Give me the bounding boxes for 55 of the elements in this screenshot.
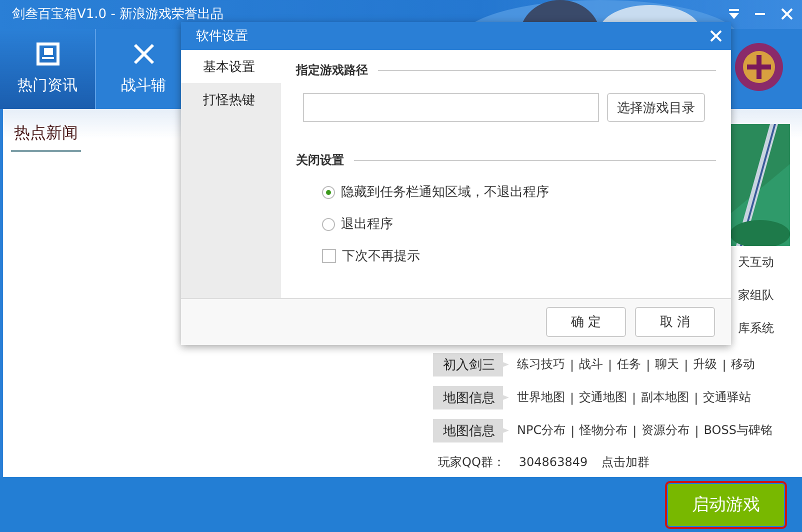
guide-link[interactable]: 交通地图 [579, 389, 628, 406]
checkbox-label: 下次不再提示 [342, 248, 420, 265]
dialog-title: 软件设置 [196, 28, 248, 45]
checkbox[interactable] [322, 249, 336, 263]
category-tag: 初入剑三 [433, 352, 509, 377]
menu-text[interactable]: 家组队 [738, 287, 774, 304]
separator: | [694, 424, 699, 438]
guide-link[interactable]: 战斗 [579, 356, 604, 374]
guide-link[interactable]: 副本地图 [641, 389, 690, 406]
separator: | [722, 358, 726, 372]
section-heading: 指定游戏路径 [296, 62, 368, 79]
game-path-field[interactable] [303, 93, 599, 122]
menu-text[interactable]: 天互动 [738, 254, 774, 272]
guide-link[interactable]: NPC分布 [517, 422, 566, 440]
category-tag: 地图信息 [433, 418, 509, 443]
guide-link[interactable]: 怪物分布 [580, 422, 628, 440]
menu-text[interactable]: 库系统 [738, 320, 774, 338]
guide-link[interactable]: 任务 [617, 356, 642, 374]
ok-button[interactable]: 确 定 [546, 307, 626, 337]
dropdown-icon[interactable] [728, 8, 740, 20]
guide-link[interactable]: 资源分布 [642, 422, 690, 440]
guide-link[interactable]: 移动 [731, 356, 756, 374]
separator: | [570, 390, 574, 405]
radio-label: 隐藏到任务栏通知区域，不退出程序 [341, 184, 549, 201]
separator: | [684, 358, 688, 372]
guide-link[interactable]: 交通驿站 [703, 389, 752, 406]
close-icon[interactable] [709, 29, 723, 43]
guide-link[interactable]: 练习技巧 [517, 356, 565, 374]
separator: | [632, 390, 636, 405]
join-group-link[interactable]: 点击加群 [602, 454, 650, 471]
qq-label: 玩家QQ群： [438, 454, 505, 471]
guide-link[interactable]: 世界地图 [517, 389, 565, 406]
separator: | [570, 358, 574, 372]
radio-button[interactable] [322, 186, 335, 198]
separator: | [570, 424, 575, 438]
news-icon [36, 42, 60, 66]
category-tag: 地图信息 [433, 386, 509, 410]
guide-link[interactable]: 聊天 [655, 356, 680, 374]
separator: | [694, 390, 698, 405]
guide-link[interactable]: BOSS与碑铭 [704, 422, 772, 440]
choose-directory-button[interactable]: 选择游戏目录 [607, 93, 705, 122]
cancel-button[interactable]: 取 消 [635, 307, 715, 337]
radio-button[interactable] [322, 218, 335, 230]
separator: | [608, 358, 612, 372]
section-heading: 关闭设置 [296, 152, 344, 169]
separator: | [646, 358, 650, 372]
guide-link[interactable]: 升级 [693, 356, 718, 374]
close-icon[interactable] [780, 7, 794, 22]
nav-tab[interactable]: 热门资讯 [0, 28, 96, 110]
radio-label: 退出程序 [341, 216, 393, 233]
settings-category[interactable]: 基本设置 [181, 50, 281, 83]
window-title: 剑叁百宝箱V1.0 - 新浪游戏荣誉出品 [12, 6, 224, 24]
qq-number: 304863849 [518, 455, 588, 470]
separator: | [632, 424, 637, 438]
news-heading: 热点新闻 [11, 123, 81, 152]
